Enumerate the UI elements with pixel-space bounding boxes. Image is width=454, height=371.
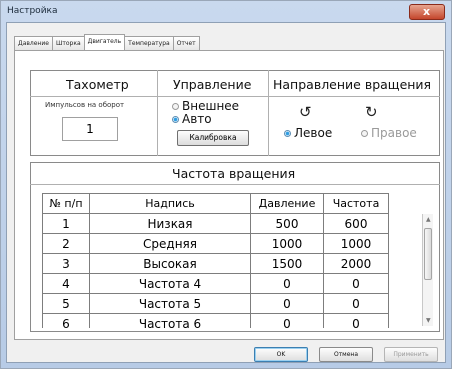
row-number: 6	[42, 313, 90, 328]
tab-shutter[interactable]: Шторка	[51, 36, 85, 50]
row-label[interactable]: Частота 4	[89, 273, 251, 294]
column-divider	[157, 70, 158, 156]
tab-pressure[interactable]: Давление	[14, 36, 53, 50]
table-row[interactable]: 3 Высокая 1500 2000	[42, 253, 389, 274]
column-divider	[268, 70, 269, 156]
radio-external-dot[interactable]	[172, 102, 179, 110]
tab-strip: Давление Шторка Двигатель Температура От…	[14, 34, 200, 50]
scroll-down-icon[interactable]: ▼	[426, 317, 431, 324]
row-pressure[interactable]: 500	[250, 213, 324, 234]
row-number: 4	[42, 273, 90, 294]
row-number: 2	[42, 233, 90, 254]
radio-right-label: Правое	[371, 126, 417, 140]
row-pressure[interactable]: 0	[250, 313, 324, 328]
radio-right[interactable]: Правое	[361, 126, 417, 140]
scroll-thumb[interactable]	[424, 228, 432, 280]
title-bar[interactable]: Настройка	[1, 1, 451, 23]
speed-title: Частота вращения	[172, 166, 296, 181]
calibrate-button[interactable]: Калибровка	[177, 130, 249, 146]
radio-auto[interactable]: Авто	[172, 112, 212, 126]
row-frequency[interactable]: 0	[323, 293, 389, 314]
apply-button[interactable]: Применить	[384, 347, 438, 362]
rotate-cw-icon: ↻	[365, 103, 378, 121]
row-number: 1	[42, 213, 90, 234]
row-label[interactable]: Высокая	[89, 253, 251, 274]
row-frequency[interactable]: 1000	[323, 233, 389, 254]
row-frequency[interactable]: 600	[323, 213, 389, 234]
col-frequency: Частота	[323, 193, 389, 214]
radio-left[interactable]: Левое	[284, 126, 332, 140]
tab-engine[interactable]: Двигатель	[83, 34, 126, 50]
col-pressure: Давление	[250, 193, 324, 214]
row-label[interactable]: Частота 5	[89, 293, 251, 314]
direction-title: Направление вращения	[273, 77, 432, 92]
tachometer-title: Тахометр	[66, 77, 129, 92]
table-row[interactable]: 5 Частота 5 0 0	[42, 293, 389, 314]
close-button[interactable]	[409, 4, 445, 20]
row-number: 3	[42, 253, 90, 274]
tab-report[interactable]: Отчет	[172, 36, 200, 50]
table-row[interactable]: 4 Частота 4 0 0	[42, 273, 389, 294]
row-label[interactable]: Частота 6	[89, 313, 251, 328]
table-scrollbar[interactable]: ▲ ▼	[422, 214, 433, 326]
group-header-divider	[30, 96, 440, 97]
row-label[interactable]: Средняя	[89, 233, 251, 254]
table-row[interactable]: 1 Низкая 500 600	[42, 213, 389, 234]
col-number: № п/п	[42, 193, 90, 214]
pulses-label: Импульсов на оборот	[45, 101, 125, 109]
cancel-button[interactable]: Отмена	[319, 347, 373, 362]
speed-header-divider	[30, 184, 440, 185]
row-number: 5	[42, 293, 90, 314]
radio-external-label: Внешнее	[182, 99, 240, 113]
table-header-row: № п/п Надпись Давление Частота	[42, 193, 389, 214]
row-frequency[interactable]: 0	[323, 313, 389, 328]
ok-button[interactable]: OK	[254, 347, 308, 362]
row-frequency[interactable]: 0	[323, 273, 389, 294]
table-row[interactable]: 2 Средняя 1000 1000	[42, 233, 389, 254]
row-label[interactable]: Низкая	[89, 213, 251, 234]
table-row[interactable]: 6 Частота 6 0 0	[42, 313, 389, 328]
tab-temperature[interactable]: Температура	[124, 36, 174, 50]
radio-left-label: Левое	[294, 126, 333, 140]
pulses-input[interactable]: 1	[62, 117, 118, 141]
radio-external[interactable]: Внешнее	[172, 99, 239, 113]
speed-table: № п/п Надпись Давление Частота 1 Низкая …	[42, 193, 416, 328]
radio-right-dot[interactable]	[361, 129, 368, 137]
row-pressure[interactable]: 1500	[250, 253, 324, 274]
row-pressure[interactable]: 0	[250, 293, 324, 314]
row-frequency[interactable]: 2000	[323, 253, 389, 274]
radio-left-dot[interactable]	[284, 129, 291, 137]
row-pressure[interactable]: 0	[250, 273, 324, 294]
radio-auto-label: Авто	[182, 112, 212, 126]
col-label: Надпись	[89, 193, 251, 214]
radio-auto-dot[interactable]	[172, 115, 179, 123]
control-title: Управление	[173, 77, 252, 92]
rotate-ccw-icon: ↺	[299, 103, 312, 121]
scroll-up-icon[interactable]: ▲	[426, 216, 431, 223]
window-title: Настройка	[7, 6, 58, 16]
row-pressure[interactable]: 1000	[250, 233, 324, 254]
